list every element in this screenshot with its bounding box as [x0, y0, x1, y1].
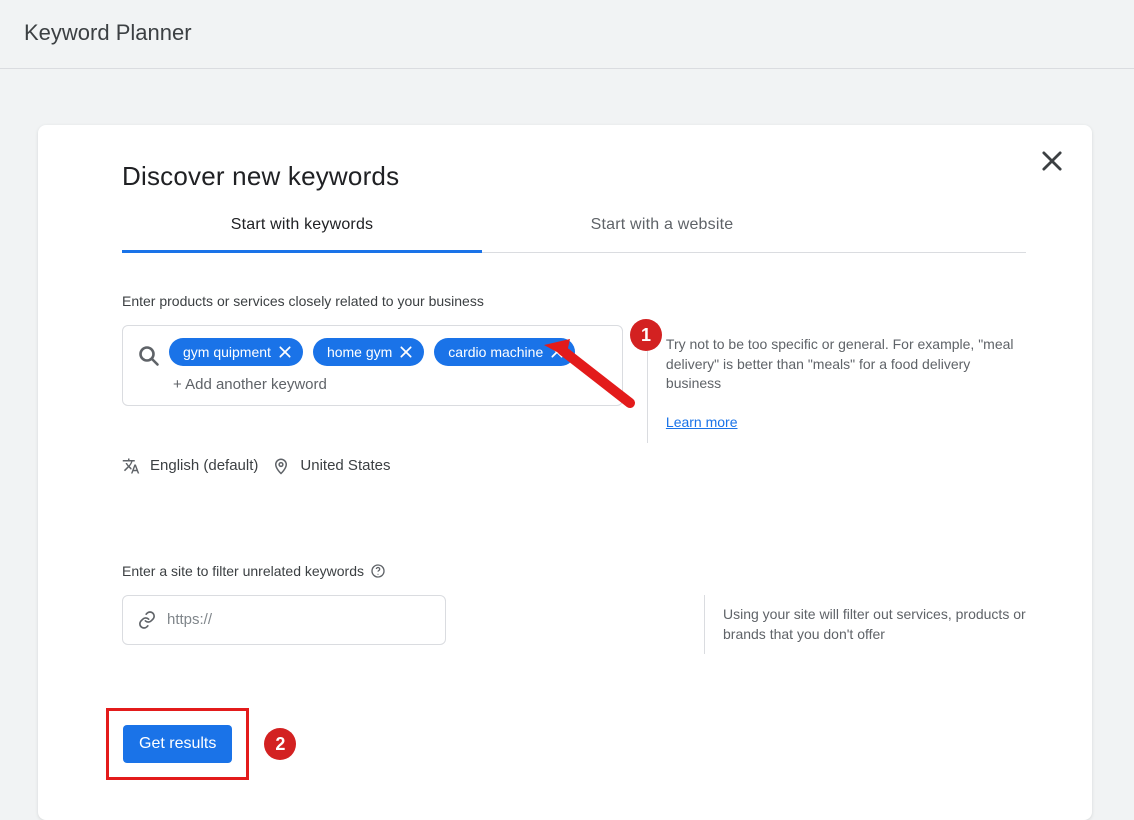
site-section-label: Enter a site to filter unrelated keyword…: [122, 563, 364, 579]
site-tip: Using your site will filter out services…: [704, 595, 1026, 654]
chip-label: gym quipment: [183, 344, 271, 360]
discover-card: Discover new keywords Start with keyword…: [38, 125, 1092, 820]
search-icon: [137, 344, 161, 373]
chip-remove-icon[interactable]: [398, 344, 414, 360]
help-icon[interactable]: [370, 563, 386, 579]
keyword-tip-text: Try not to be too specific or general. F…: [666, 336, 1014, 391]
annotation-badge-2: 2: [264, 728, 296, 760]
chip-label: cardio machine: [448, 344, 543, 360]
annotation-badge-1: 1: [630, 319, 662, 351]
location-value[interactable]: United States: [300, 457, 390, 474]
chip-remove-icon[interactable]: [549, 344, 565, 360]
chip-remove-icon[interactable]: [277, 344, 293, 360]
tab-start-with-website[interactable]: Start with a website: [482, 216, 842, 252]
site-url-placeholder: https://: [167, 611, 212, 628]
location-pin-icon: [272, 457, 290, 475]
keyword-input-box[interactable]: gym quipment home gym cardio machine + A…: [122, 325, 623, 406]
language-location-row: English (default) United States: [122, 457, 1026, 475]
get-results-button[interactable]: Get results: [123, 725, 232, 763]
translate-icon: [122, 457, 140, 475]
keyword-section-label: Enter products or services closely relat…: [88, 293, 1026, 309]
link-icon: [137, 610, 157, 630]
close-icon[interactable]: [1038, 147, 1066, 175]
keyword-tip: Try not to be too specific or general. F…: [647, 325, 1026, 443]
tab-start-with-keywords[interactable]: Start with keywords: [122, 216, 482, 253]
language-value[interactable]: English (default): [150, 457, 258, 474]
card-title: Discover new keywords: [88, 161, 1026, 192]
tabs: Start with keywords Start with a website: [122, 216, 1026, 253]
keyword-chip: gym quipment: [169, 338, 303, 366]
chip-label: home gym: [327, 344, 392, 360]
annotation-highlight-box: Get results 2: [106, 708, 249, 780]
page-title: Keyword Planner: [0, 0, 1134, 69]
site-url-input[interactable]: https://: [122, 595, 446, 645]
keyword-chip: cardio machine: [434, 338, 575, 366]
add-keyword-input[interactable]: + Add another keyword: [169, 376, 327, 393]
learn-more-link[interactable]: Learn more: [666, 414, 738, 430]
keyword-chip: home gym: [313, 338, 424, 366]
